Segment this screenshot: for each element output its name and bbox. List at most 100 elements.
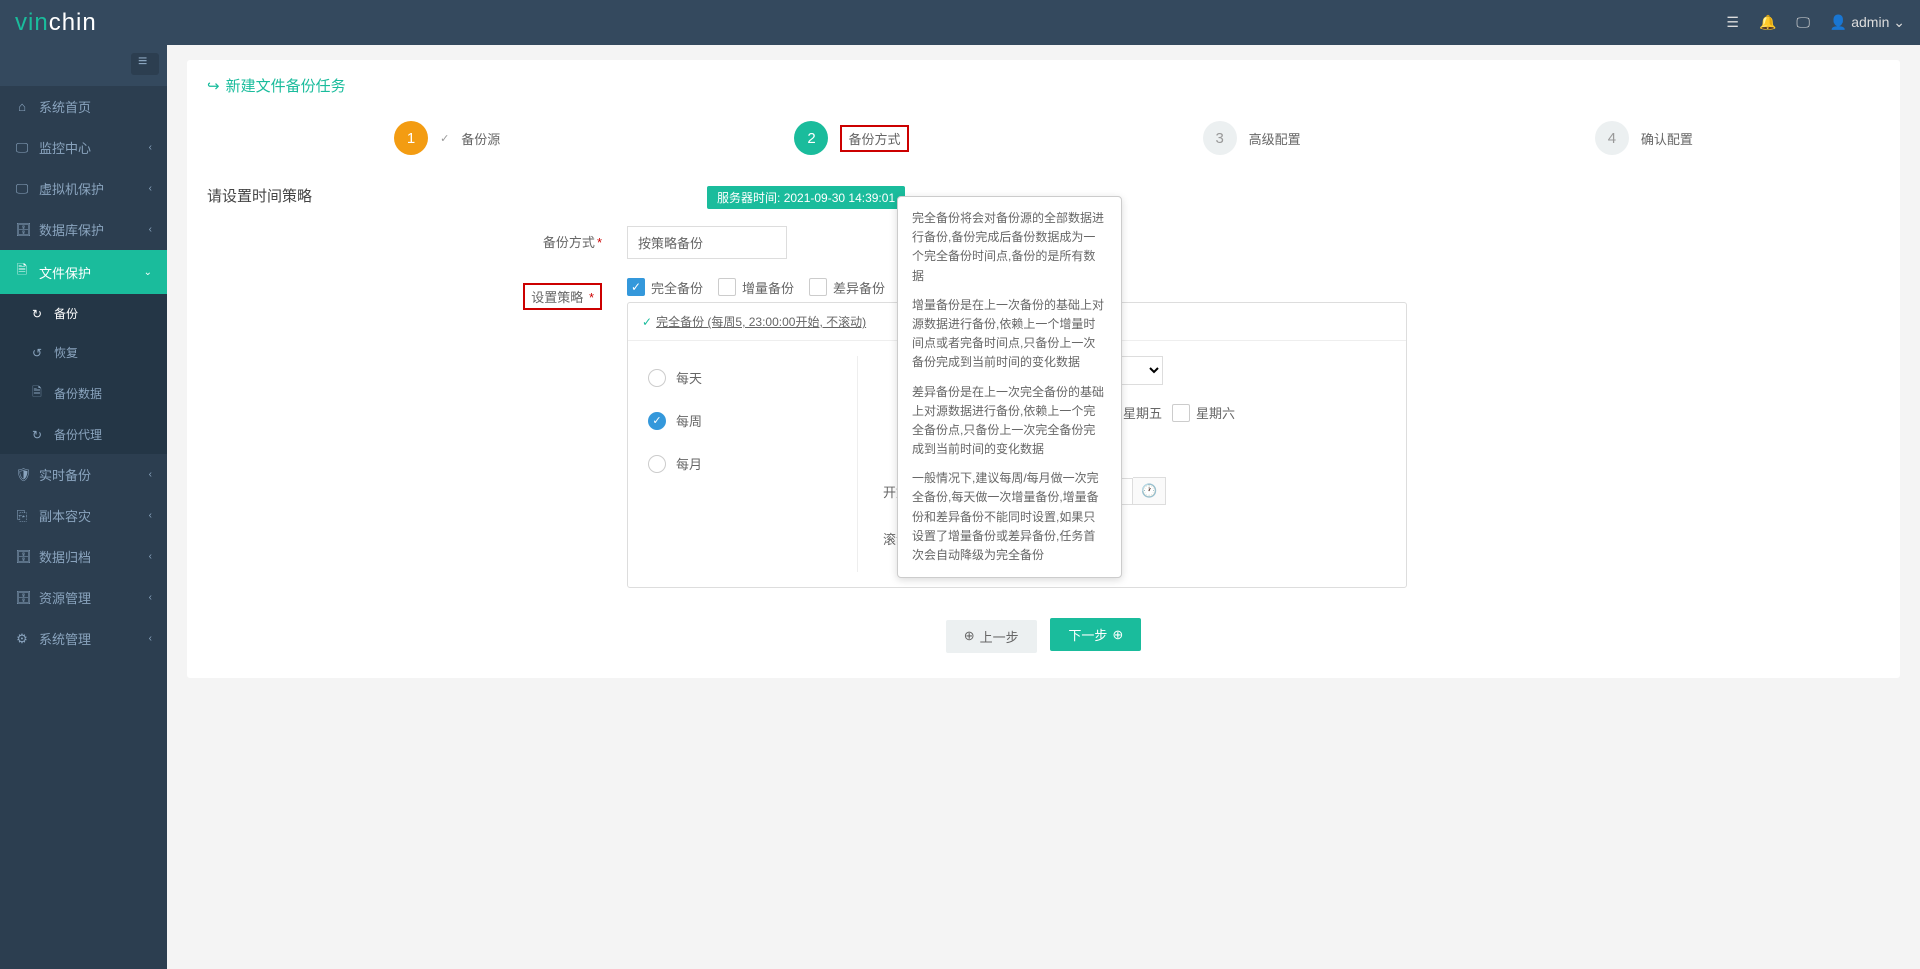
sidebar-label: 文件保护: [39, 263, 91, 282]
next-button[interactable]: 下一步⊕: [1050, 618, 1141, 651]
sidebar-item-db[interactable]: 🗄数据库保护‹: [0, 209, 167, 250]
checkbox[interactable]: [718, 278, 736, 296]
sidebar-label: 数据归档: [39, 547, 91, 566]
sidebar-item-vm[interactable]: 🖵虚拟机保护‹: [0, 168, 167, 209]
db-icon: 🗄: [15, 222, 29, 238]
prev-button[interactable]: ⊕ 上一步: [946, 620, 1037, 653]
check-icon: ✓: [440, 132, 449, 145]
page-title: ↪ 新建文件备份任务: [207, 75, 1880, 96]
monitor-icon: 🖵: [15, 140, 29, 156]
checkbox[interactable]: [809, 278, 827, 296]
freq-daily[interactable]: 每天: [648, 356, 837, 399]
bell-icon[interactable]: 🔔: [1759, 14, 1776, 31]
chevron-down-icon: ⌄: [144, 267, 152, 278]
frequency-column: 每天 每周 每月: [628, 356, 858, 572]
required-mark: *: [589, 290, 594, 305]
step-2[interactable]: 2 备份方式: [794, 121, 908, 155]
sidebar-label: 系统首页: [39, 97, 91, 116]
step-label: 备份方式: [840, 125, 908, 152]
radio[interactable]: [648, 369, 666, 387]
sidebar-item-monitor[interactable]: 🖵 监控中心 ‹: [0, 127, 167, 168]
chevron-icon: ‹: [149, 592, 152, 603]
freq-monthly[interactable]: 每月: [648, 442, 837, 485]
step-number: 1: [394, 121, 428, 155]
policy-header-text: 完全备份 (每周5, 23:00:00开始, 不滚动): [656, 315, 866, 329]
step-number: 4: [1595, 121, 1629, 155]
server-time-label: 服务器时间:: [717, 191, 780, 205]
chevron-icon: ‹: [149, 510, 152, 521]
mode-diff[interactable]: 差异备份: [809, 278, 885, 297]
row-policy: 设置策略 * ✓完全备份 增量备份 差异备份 ⓘ ✓完全备份 (每周5, 23:…: [377, 277, 1407, 588]
clock-icon[interactable]: 🕐: [1133, 477, 1166, 505]
sidebar-item-file[interactable]: 🗎文件保护⌄: [0, 250, 167, 294]
chevron-icon: ‹: [149, 633, 152, 644]
policy-label: 设置策略 *: [377, 277, 627, 310]
sub-label: 备份代理: [54, 426, 102, 443]
share-icon: ↪: [207, 77, 220, 95]
tooltip: 完全备份将会对备份源的全部数据进行备份,备份完成后备份数据成为一个完全备份时间点…: [897, 196, 1122, 578]
radio[interactable]: [648, 412, 666, 430]
step-1[interactable]: 1 ✓ 备份源: [394, 121, 500, 155]
checkbox[interactable]: [1172, 404, 1190, 422]
backup-method-label: 备份方式*: [377, 226, 627, 251]
sidebar-item-realtime[interactable]: 🛡实时备份‹: [0, 454, 167, 495]
monitor-icon[interactable]: 🖵: [1796, 14, 1810, 31]
day-sat[interactable]: 星期六: [1172, 403, 1235, 422]
btn-label: 上一步: [980, 627, 1019, 646]
sidebar-sub-backup[interactable]: ↻ 备份: [0, 294, 167, 333]
top-actions: ☰ 🔔 🖵 👤 admin ⌄: [1726, 14, 1905, 31]
sidebar-label: 资源管理: [39, 588, 91, 607]
sidebar-item-archive[interactable]: 🗄数据归档‹: [0, 536, 167, 577]
tooltip-p1: 完全备份将会对备份源的全部数据进行备份,备份完成后备份数据成为一个完全备份时间点…: [912, 209, 1107, 286]
row-backup-method: 备份方式* 按策略备份: [377, 226, 1407, 259]
shield-icon: 🛡: [15, 467, 29, 483]
sidebar-item-system[interactable]: ⚙系统管理‹: [0, 618, 167, 659]
sidebar-item-resource[interactable]: 🗄 资源管理 ‹: [0, 577, 167, 618]
chevron-icon: ‹: [149, 551, 152, 562]
step-4[interactable]: 4 确认配置: [1595, 121, 1693, 155]
panel: ↪ 新建文件备份任务 1 ✓ 备份源 2 备份方式 3 高级配置 4: [187, 60, 1900, 678]
freq-label: 每天: [676, 368, 702, 387]
step-label: 备份源: [461, 129, 500, 148]
sidebar: ⌂系统首页 🖵监控中心‹ 🖵虚拟机保护‹ 🗄数据库保护‹ 🗎文件保护⌄ ↻备份 …: [0, 45, 167, 969]
copy-icon: ⎘: [15, 508, 29, 524]
day-label: 星期五: [1123, 403, 1162, 422]
chevron-icon: ‹: [149, 142, 152, 153]
resource-icon: 🗄: [15, 590, 29, 606]
sidebar-item-replica[interactable]: ⎘ 副本容灾 ‹: [0, 495, 167, 536]
arrow-right-icon: ⊕: [1112, 627, 1123, 643]
required-mark: *: [597, 235, 602, 250]
step-3[interactable]: 3 高级配置: [1203, 121, 1301, 155]
backup-icon: ↻: [30, 307, 44, 321]
radio[interactable]: [648, 455, 666, 473]
label-text: 备份方式: [543, 235, 595, 250]
sub-label: 备份: [54, 305, 78, 322]
freq-weekly[interactable]: 每周: [648, 399, 837, 442]
server-time-value: 2021-09-30 14:39:01: [784, 191, 895, 205]
user-menu[interactable]: 👤 admin ⌄: [1830, 14, 1905, 31]
day-label: 星期六: [1196, 403, 1235, 422]
tooltip-p3: 差异备份是在上一次完全备份的基础上对源数据进行备份,依赖上一个完全备份点,只备份…: [912, 383, 1107, 460]
mode-incr[interactable]: 增量备份: [718, 278, 794, 297]
agent-icon: ↻: [30, 428, 44, 442]
list-icon[interactable]: ☰: [1726, 14, 1739, 31]
checkbox[interactable]: ✓: [627, 278, 645, 296]
backup-method-select[interactable]: 按策略备份: [627, 226, 787, 259]
main-content: ↪ 新建文件备份任务 1 ✓ 备份源 2 备份方式 3 高级配置 4: [167, 45, 1920, 969]
sidebar-label: 系统管理: [39, 629, 91, 648]
sidebar-sub-data[interactable]: 🗎备份数据: [0, 372, 167, 415]
arrow-left-icon: ⊕: [964, 628, 975, 644]
sidebar-label: 监控中心: [39, 138, 91, 157]
chevron-icon: ‹: [149, 469, 152, 480]
sidebar-item-home[interactable]: ⌂系统首页: [0, 86, 167, 127]
label-text: 设置策略: [531, 290, 583, 305]
tooltip-p4: 一般情况下,建议每周/每月做一次完全备份,每天做一次增量备份,增量备份和差异备份…: [912, 469, 1107, 565]
sidebar-label: 副本容灾: [39, 506, 91, 525]
sidebar-sub-restore[interactable]: ↺恢复: [0, 333, 167, 372]
logo-part1: vin: [15, 9, 49, 36]
sidebar-sub-agent[interactable]: ↻ 备份代理: [0, 415, 167, 454]
check-icon: ✓: [642, 315, 652, 329]
chevron-icon: ‹: [149, 224, 152, 235]
menu-toggle-button[interactable]: [131, 53, 159, 75]
mode-full[interactable]: ✓完全备份: [627, 278, 703, 297]
